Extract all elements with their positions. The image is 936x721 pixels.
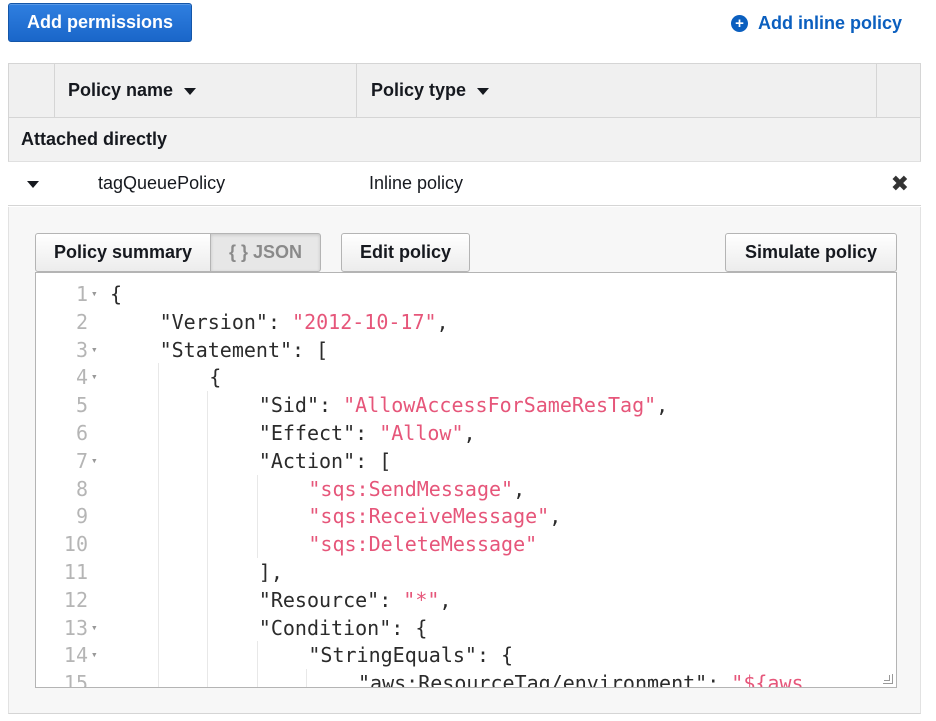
code-line: 13 ▾ "Condition": { <box>36 614 896 642</box>
code-text: ], <box>258 560 283 584</box>
indent-guide <box>207 391 209 687</box>
table-header: Policy name Policy type <box>8 63 921 118</box>
code-line: 11], <box>36 558 896 586</box>
column-header-label: Policy name <box>68 80 174 100</box>
edit-policy-button[interactable]: Edit policy <box>341 233 470 272</box>
fold-toggle-icon[interactable]: ▾ <box>91 641 98 669</box>
code-text: "Effect": "Allow", <box>258 421 476 445</box>
policy-type-cell: Inline policy <box>369 173 464 193</box>
table-row[interactable]: tagQueuePolicy Inline policy ✖ <box>8 162 921 206</box>
line-number: 1 <box>75 282 88 306</box>
line-number: 6 <box>75 421 88 445</box>
line-number: 14 <box>63 643 88 668</box>
policy-detail-panel: Policy summary { } JSON Edit policy Simu… <box>8 207 921 714</box>
fold-toggle-icon[interactable]: ▾ <box>91 280 98 308</box>
code-line: 4 ▾ { <box>36 363 896 391</box>
line-number: 11 <box>63 560 88 584</box>
indent-guide <box>256 641 258 687</box>
fold-toggle-icon[interactable]: ▾ <box>91 363 98 391</box>
tab-json[interactable]: { } JSON <box>210 233 321 272</box>
sort-caret-icon <box>477 88 490 95</box>
code-line: 12 "Resource": "*", <box>36 586 896 614</box>
line-number: 12 <box>63 587 88 612</box>
fold-toggle-icon[interactable]: ▾ <box>91 336 98 364</box>
line-number: 7 <box>75 448 88 473</box>
code-line: 6 "Effect": "Allow", <box>36 419 896 447</box>
code-text: "sqs:DeleteMessage" <box>308 532 538 557</box>
code-text: "Resource": "*", <box>258 587 452 612</box>
column-header-policy-type[interactable]: Policy type <box>357 64 877 117</box>
add-permissions-button[interactable]: Add permissions <box>8 3 192 42</box>
json-editor[interactable]: 1 ▾{2 "Version": "2012-10-17", 3 ▾ "Statement… <box>35 272 897 688</box>
simulate-policy-button[interactable]: Simulate policy <box>725 233 897 272</box>
collapse-caret-icon[interactable] <box>27 181 39 188</box>
group-attached-directly: Attached directly <box>8 118 921 162</box>
header-expand-column <box>9 64 55 117</box>
add-inline-policy-link[interactable]: + Add inline policy <box>730 10 902 36</box>
policy-name-cell[interactable]: tagQueuePolicy <box>98 173 225 194</box>
line-number: 2 <box>75 309 88 334</box>
code-text: "Version": "2012-10-17", <box>159 309 449 334</box>
code-line: 9 "sqs:ReceiveMessage", <box>36 502 896 530</box>
code-line: 10 "sqs:DeleteMessage" <box>36 530 896 558</box>
code-text: { <box>110 282 123 306</box>
fold-toggle-icon[interactable]: ▾ <box>91 447 98 475</box>
line-number: 15 <box>63 671 88 688</box>
code-text: "Action": [ <box>258 448 392 473</box>
code-text: "sqs:ReceiveMessage", <box>308 504 562 529</box>
line-number: 9 <box>75 504 88 529</box>
group-label: Attached directly <box>21 129 168 149</box>
code-line: 2 "Version": "2012-10-17", <box>36 308 896 336</box>
code-line: 14 ▾ "StringEquals": { <box>36 641 896 669</box>
tab-policy-summary[interactable]: Policy summary <box>35 233 211 272</box>
line-number: 4 <box>75 365 88 390</box>
line-number: 3 <box>75 337 88 362</box>
code-text: "aws:ResourceTag/environment": "${aws <box>358 671 804 688</box>
indent-guide <box>256 474 258 558</box>
line-number: 5 <box>75 393 88 418</box>
sort-caret-icon <box>184 88 197 95</box>
code-text: "StringEquals": { <box>308 643 514 668</box>
header-actions-column <box>877 64 920 117</box>
indent-guide <box>157 363 159 687</box>
code-line: 7 ▾ "Action": [ <box>36 447 896 475</box>
column-header-policy-name[interactable]: Policy name <box>55 64 357 117</box>
plus-circle-icon: + <box>730 14 748 32</box>
code-line: 5 "Sid": "AllowAccessForSameResTag", <box>36 391 896 419</box>
line-number: 8 <box>75 476 88 501</box>
close-icon[interactable]: ✖ <box>891 171 909 197</box>
code-text: "Condition": { <box>258 615 428 640</box>
code-text: "sqs:SendMessage", <box>308 476 526 501</box>
line-number: 10 <box>63 532 88 557</box>
line-number: 13 <box>63 615 88 640</box>
add-inline-policy-label: Add inline policy <box>757 12 902 33</box>
code-line: 1 ▾ { <box>36 280 896 308</box>
code-line: 15 "aws:ResourceTag/environment": "${aws <box>36 669 896 688</box>
indent-guide <box>306 669 308 687</box>
column-header-label: Policy type <box>371 80 467 100</box>
code-line: 8 "sqs:SendMessage", <box>36 475 896 503</box>
code-text: { <box>209 365 222 390</box>
code-line: 3 ▾ "Statement": [ <box>36 336 896 364</box>
code-text: "Statement": [ <box>159 337 329 362</box>
fold-toggle-icon[interactable]: ▾ <box>91 614 98 642</box>
code-text: "Sid": "AllowAccessForSameResTag", <box>258 393 669 418</box>
policies-table: Policy name Policy type Attached directl… <box>8 63 921 206</box>
